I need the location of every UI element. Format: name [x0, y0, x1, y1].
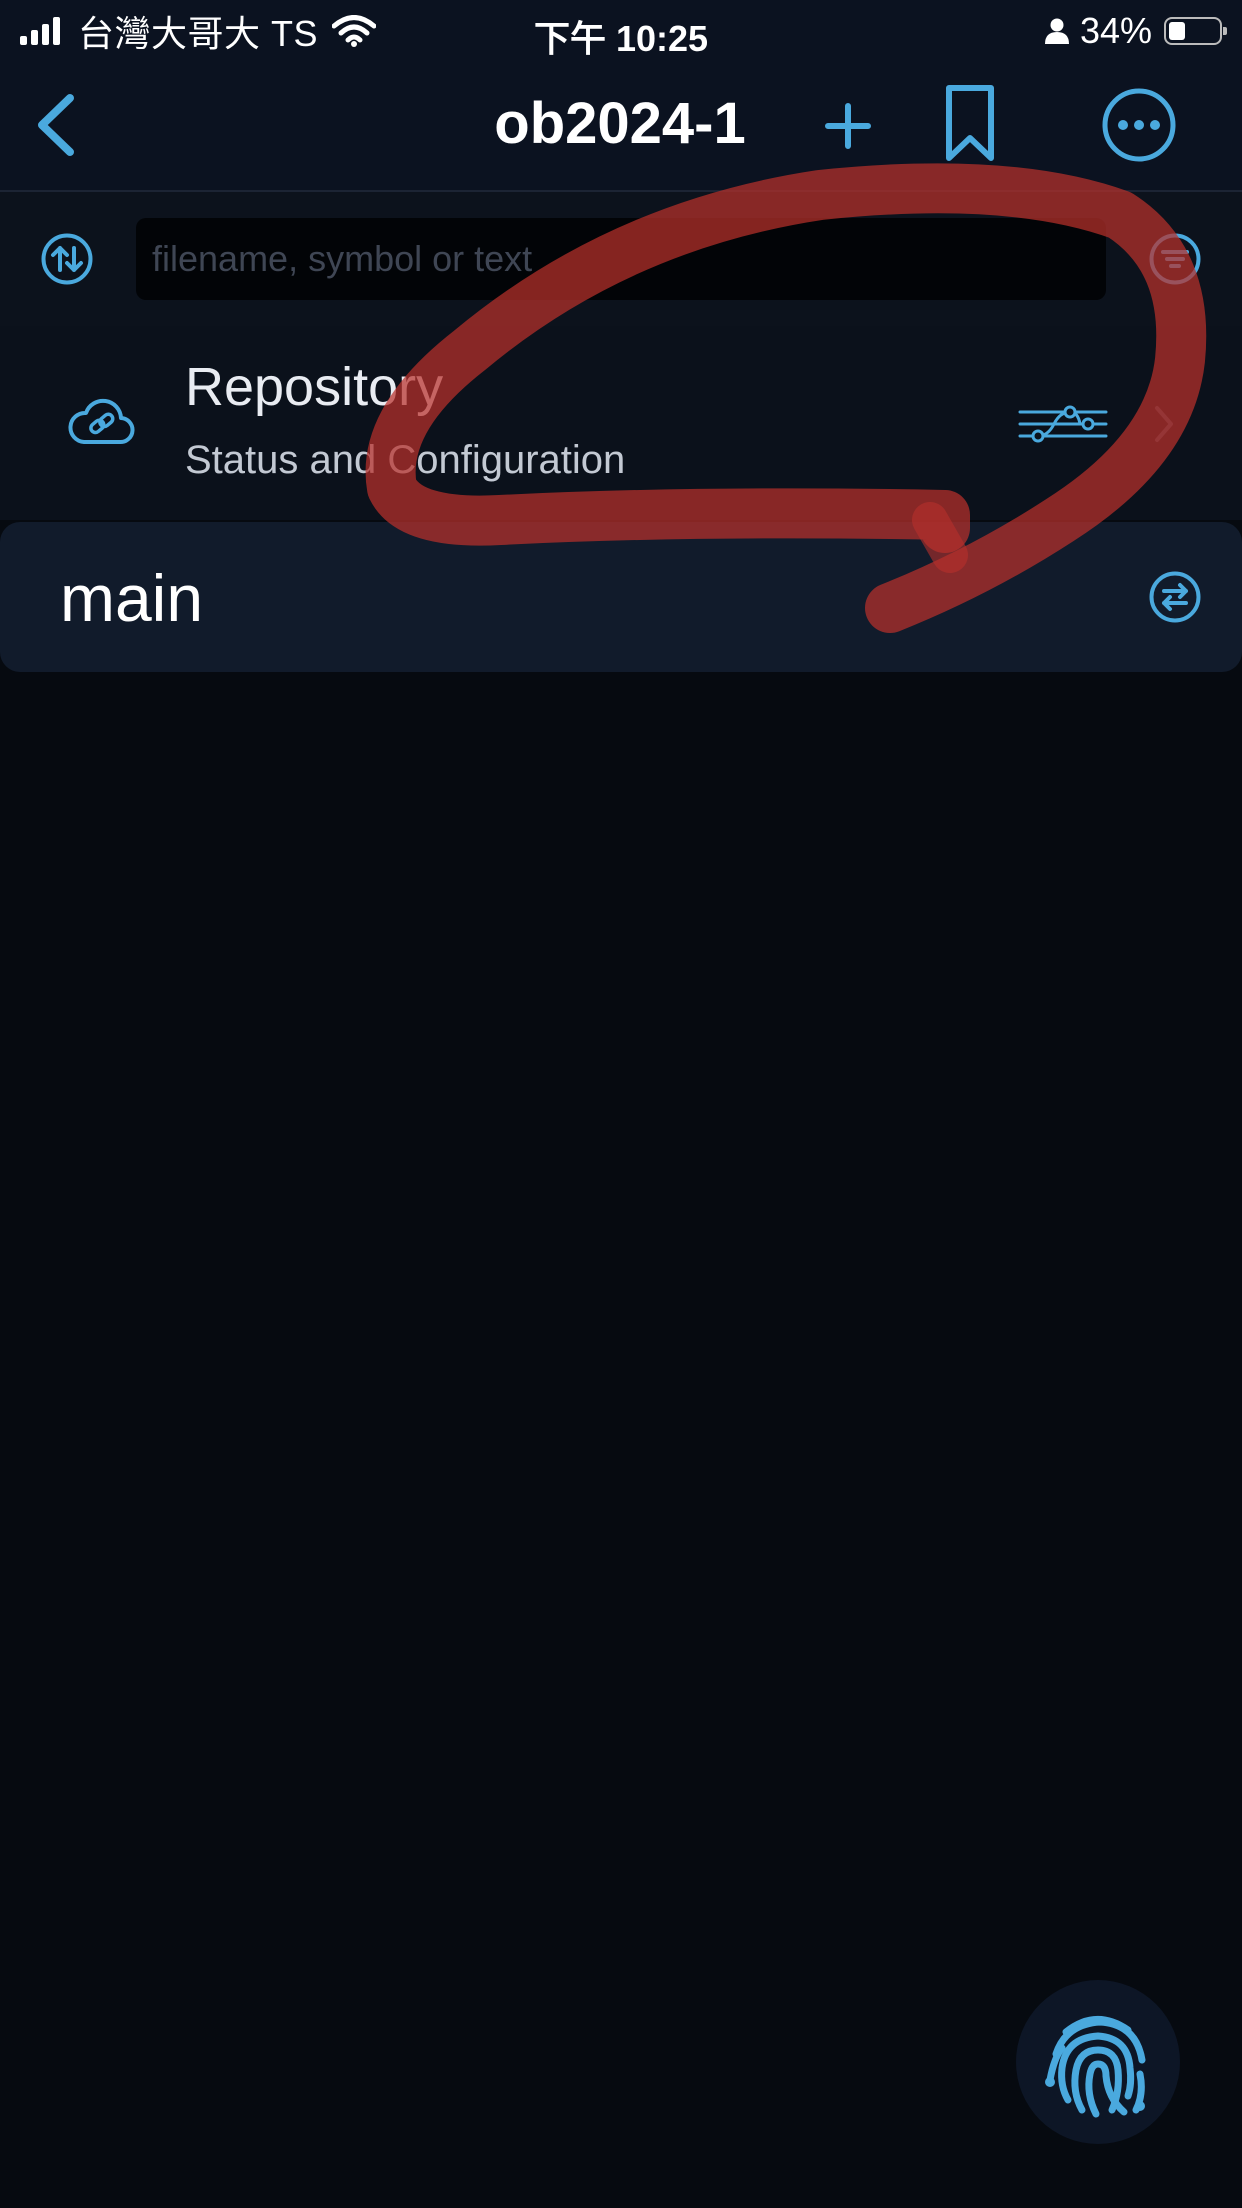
search-input[interactable] — [136, 218, 1106, 300]
repository-subtitle: Status and Configuration — [185, 438, 626, 482]
status-bar: 台灣大哥大 TS 下午 10:25 34% — [0, 0, 1242, 62]
fingerprint-button[interactable] — [1016, 1980, 1180, 2144]
branch-name: main — [60, 561, 204, 635]
fingerprint-icon — [1045, 2016, 1146, 2118]
repository-title: Repository — [185, 357, 444, 417]
plus-icon[interactable] — [824, 102, 872, 150]
repository-row[interactable]: Repository Status and Configuration — [0, 326, 1242, 520]
filter-icon[interactable] — [1148, 232, 1202, 286]
search-bar — [0, 192, 1242, 326]
person-icon — [1044, 18, 1069, 44]
chevron-right-icon — [1155, 406, 1173, 442]
switch-branch-icon[interactable] — [1148, 570, 1202, 624]
sort-icon[interactable] — [40, 232, 94, 286]
navigation-bar: ob2024-1 — [0, 62, 1242, 192]
page-title: ob2024-1 — [494, 91, 746, 156]
battery-percentage: 34% — [1079, 10, 1152, 51]
branch-row-main[interactable]: main — [0, 522, 1242, 672]
status-right: 34% — [1044, 10, 1227, 52]
more-icon[interactable] — [1100, 86, 1178, 164]
cloud-link-icon — [68, 398, 135, 444]
bookmark-icon[interactable] — [944, 84, 996, 164]
battery-icon — [1164, 17, 1227, 45]
git-branches-icon — [1018, 405, 1108, 443]
back-chevron-icon[interactable] — [32, 92, 82, 158]
